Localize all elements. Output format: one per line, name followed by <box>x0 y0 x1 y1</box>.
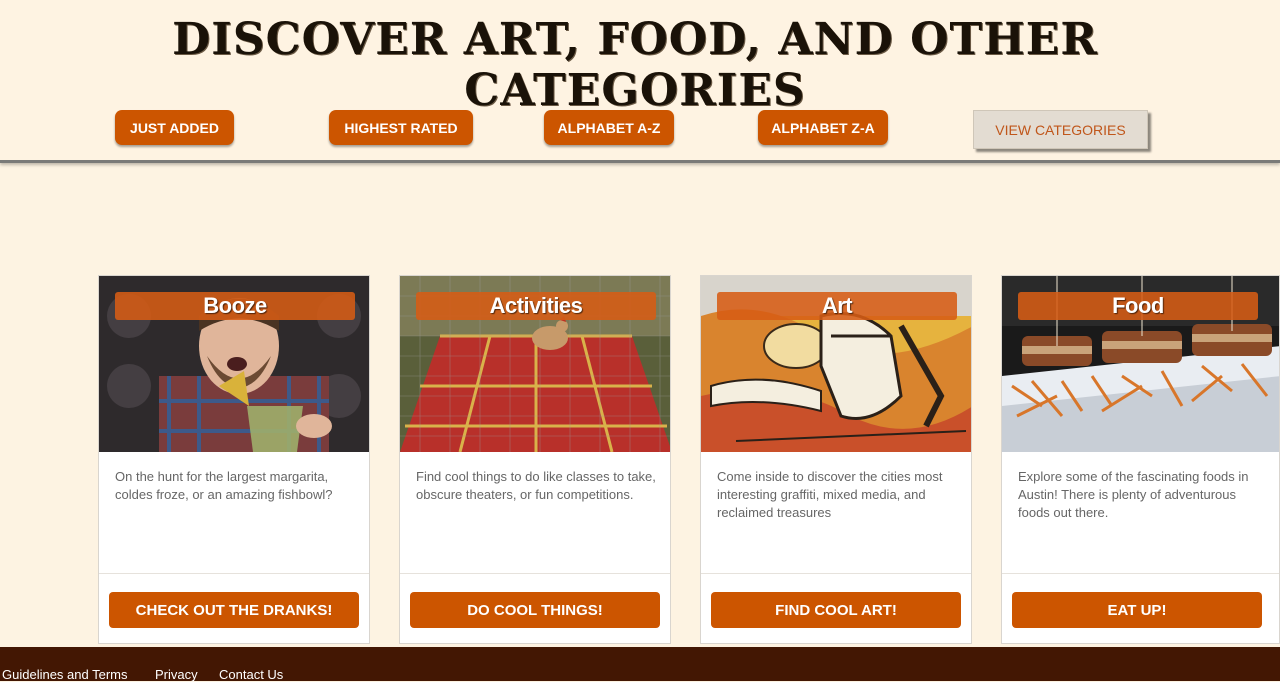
card-title: Activities <box>416 292 656 320</box>
alphabet-a-z-button[interactable]: ALPHABET A-Z <box>544 110 674 145</box>
card-divider <box>400 573 670 574</box>
highest-rated-button[interactable]: HIGHEST RATED <box>329 110 473 145</box>
category-card-art: Art Come inside to discover the cities m… <box>700 275 972 644</box>
card-description: On the hunt for the largest margarita, c… <box>115 469 333 502</box>
page-title: DISCOVER ART, FOOD, AND OTHER CATEGORIES <box>172 14 1098 116</box>
card-title: Art <box>717 292 957 320</box>
card-description: Come inside to discover the cities most … <box>717 469 943 520</box>
alphabet-z-a-button[interactable]: ALPHABET Z-A <box>758 110 888 145</box>
page-header: DISCOVER ART, FOOD, AND OTHER CATEGORIES… <box>0 0 1280 163</box>
category-card-booze: Booze On the hunt for the largest margar… <box>98 275 370 644</box>
contact-us-link[interactable]: Contact Us <box>219 667 283 682</box>
find-cool-art-button[interactable]: FIND COOL ART! <box>711 592 961 628</box>
guidelines-and-terms-link[interactable]: Guidelines and Terms <box>2 667 128 682</box>
card-divider <box>701 573 971 574</box>
card-divider <box>1002 573 1279 574</box>
view-categories-button[interactable]: VIEW CATEGORIES <box>973 110 1148 149</box>
card-divider <box>99 573 369 574</box>
eat-up-button[interactable]: EAT UP! <box>1012 592 1262 628</box>
category-card-activities: Activities Find cool things to do like c… <box>399 275 671 644</box>
just-added-button[interactable]: JUST ADDED <box>115 110 234 145</box>
card-description: Explore some of the fascinating foods in… <box>1018 469 1249 520</box>
category-card-food: Food Explore some of the fascinating foo… <box>1001 275 1280 644</box>
card-title: Food <box>1018 292 1258 320</box>
do-cool-things-button[interactable]: DO COOL THINGS! <box>410 592 660 628</box>
card-description: Find cool things to do like classes to t… <box>416 469 656 502</box>
card-title: Booze <box>115 292 355 320</box>
privacy-link[interactable]: Privacy <box>155 667 198 682</box>
page-footer: Guidelines and Terms Privacy Contact Us <box>0 647 1280 682</box>
check-out-the-dranks-button[interactable]: CHECK OUT THE DRANKS! <box>109 592 359 628</box>
